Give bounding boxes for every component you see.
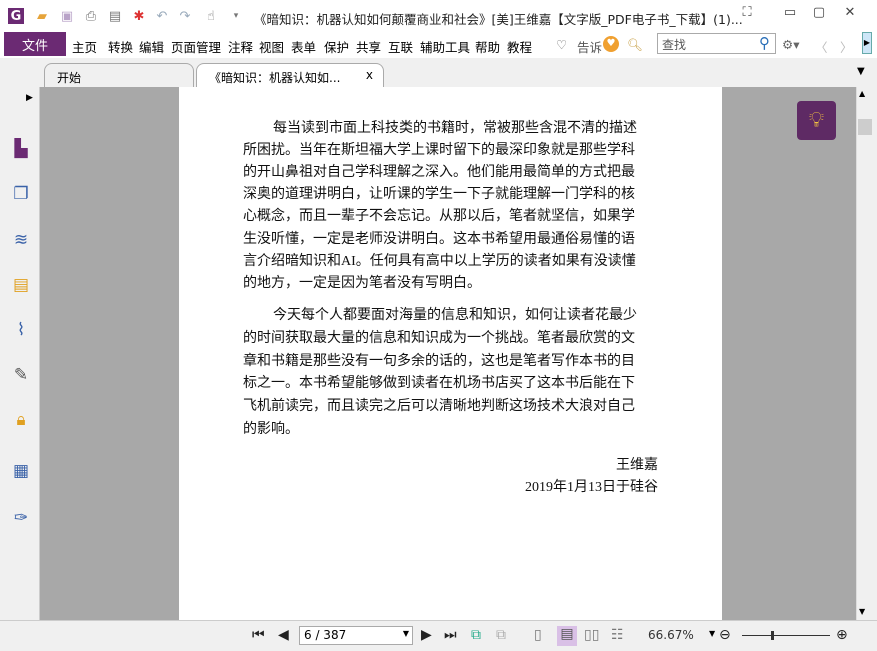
text-line: 章和书籍是那些没有一句多余的话的，这也是笔者写作本书的目 bbox=[243, 353, 635, 369]
page-thumbnail-icon[interactable]: ▙ bbox=[10, 139, 32, 161]
maximize-button[interactable]: ▢ bbox=[807, 5, 831, 25]
tell-me[interactable]: 告诉 bbox=[577, 37, 602, 56]
menu-edit[interactable]: 编辑 bbox=[139, 37, 164, 56]
tab-list-dropdown-icon[interactable]: ▼ bbox=[857, 66, 865, 77]
menu-comment[interactable]: 注释 bbox=[228, 37, 253, 56]
close-button[interactable]: ✕ bbox=[838, 5, 862, 25]
menu-convert[interactable]: 转换 bbox=[108, 37, 133, 56]
certificate-icon[interactable]: ✑ bbox=[10, 508, 32, 530]
text-line: 深奥的道理讲明白，让听课的学生一下子就能理解一门学科的核 bbox=[243, 187, 635, 203]
menu-help[interactable]: 帮助 bbox=[475, 37, 500, 56]
pdf-page: 每当读到市面上科技类的书籍时，常被那些含混不清的描述所困扰。当年在斯坦福大学上课… bbox=[179, 87, 722, 620]
next-view-icon[interactable]: ⧉ bbox=[496, 627, 506, 643]
open-icon[interactable]: ▰ bbox=[34, 8, 50, 24]
ribbon-scroll-right[interactable]: ▶ bbox=[862, 32, 872, 54]
restore-layout-button[interactable]: ⛶ bbox=[735, 5, 759, 25]
zoom-slider[interactable] bbox=[742, 635, 830, 636]
comments-icon[interactable]: ▤ bbox=[10, 275, 32, 297]
zoom-level[interactable]: 66.67% bbox=[648, 628, 694, 642]
text-line: 标之一。本书希望能够做到读者在机场书店买了这本书后能在下 bbox=[243, 376, 635, 392]
single-page-icon[interactable]: ▯ bbox=[534, 627, 542, 643]
heart-icon[interactable]: ♥ bbox=[603, 36, 619, 52]
tab-close-icon[interactable]: x bbox=[366, 68, 373, 82]
properties-icon[interactable]: ▤ bbox=[107, 8, 123, 24]
vertical-scrollbar[interactable]: ▲ ▼ bbox=[856, 87, 873, 620]
forward-icon[interactable]: 〉 bbox=[840, 37, 853, 56]
new-icon[interactable]: ✱ bbox=[131, 8, 147, 24]
folder-search-icon[interactable]: 🔍︎ bbox=[627, 37, 643, 53]
expand-sidebar-icon[interactable]: ▶ bbox=[26, 93, 33, 103]
pages-icon[interactable]: ❐ bbox=[10, 184, 32, 206]
attachment-icon[interactable]: ⌇ bbox=[10, 320, 32, 342]
previous-page-button[interactable]: ◀ bbox=[278, 627, 289, 643]
menu-share[interactable]: 共享 bbox=[356, 37, 381, 56]
navigation-sidebar: ▶ ▙ ❐ ≋ ▤ ⌇ ✎ 🔒︎ ▦ ✑ bbox=[0, 87, 40, 651]
app-logo-icon: G bbox=[8, 8, 24, 24]
text-line: 的开山鼻祖对自己学科理解之深入。他们能用最简单的方式把最 bbox=[243, 165, 635, 181]
customize-dropdown-icon[interactable]: ▾ bbox=[228, 8, 244, 24]
undo-icon[interactable]: ↶ bbox=[154, 8, 170, 24]
previous-view-icon[interactable]: ⧉ bbox=[471, 627, 481, 643]
menu-form[interactable]: 表单 bbox=[291, 37, 316, 56]
search-icon[interactable]: ⚲ bbox=[759, 34, 770, 52]
menu-page-manage[interactable]: 页面管理 bbox=[171, 37, 221, 56]
page-number-input[interactable]: 6 / 387 ▼ bbox=[299, 626, 413, 645]
scroll-up-icon[interactable]: ▲ bbox=[859, 89, 865, 98]
continuous-facing-icon[interactable]: ☷ bbox=[611, 627, 624, 643]
zoom-slider-thumb[interactable] bbox=[771, 631, 774, 640]
layers-icon[interactable]: ≋ bbox=[10, 230, 32, 252]
save-icon[interactable]: ▣ bbox=[59, 8, 75, 24]
text-line: 飞机前读完，而且读完之后可以清晰地判断这场技术大浪对自己 bbox=[243, 399, 635, 415]
facing-page-icon[interactable]: ▯▯ bbox=[584, 627, 599, 643]
tips-lightbulb-button[interactable]: 💡︎ bbox=[797, 101, 836, 140]
tab-start[interactable]: 开始 bbox=[44, 63, 194, 87]
text-line: 言介绍暗知识和AI。任何具有高中以上学历的读者如果有没读懂 bbox=[243, 253, 636, 269]
menu-home[interactable]: 主页 bbox=[72, 37, 97, 56]
scroll-thumb[interactable] bbox=[858, 119, 872, 135]
hand-tool-icon[interactable]: ☝ bbox=[203, 8, 219, 24]
minimize-button[interactable]: ▭ bbox=[778, 5, 802, 25]
tab-label: 《暗知识：机器认知如... bbox=[209, 71, 341, 85]
last-page-button[interactable]: ⏭ bbox=[444, 627, 457, 643]
signature-icon[interactable]: ✎ bbox=[10, 365, 32, 387]
scroll-down-icon[interactable]: ▼ bbox=[859, 607, 865, 616]
zoom-dropdown-icon[interactable]: ▼ bbox=[709, 629, 715, 638]
settings-icon[interactable]: ⚙▾ bbox=[782, 37, 799, 52]
tab-label: 开始 bbox=[57, 71, 82, 85]
menu-tutorial[interactable]: 教程 bbox=[507, 37, 532, 56]
signature-date: 2019年1月13日于硅谷 bbox=[525, 480, 658, 495]
print-icon[interactable]: ⎙ bbox=[83, 8, 99, 24]
zoom-in-icon[interactable]: ⊕ bbox=[836, 627, 848, 643]
text-line: 所困扰。当年在斯坦福大学上课时留下的最深印象就是那些学科 bbox=[243, 143, 635, 159]
continuous-page-icon[interactable]: ▤ bbox=[557, 626, 577, 646]
lightbulb-icon: ♡ bbox=[556, 37, 568, 52]
redo-icon[interactable]: ↷ bbox=[177, 8, 193, 24]
window-title: 《暗知识：机器认知如何颠覆商业和社会》[美]王维嘉【文字版_PDF电子书_下载】… bbox=[254, 12, 743, 27]
menu-protect[interactable]: 保护 bbox=[324, 37, 349, 56]
tab-document[interactable]: 《暗知识：机器认知如... x bbox=[196, 63, 384, 87]
first-page-button[interactable]: ⏮ bbox=[252, 627, 265, 643]
next-page-button[interactable]: ▶ bbox=[421, 627, 432, 643]
text-line: 的影响。 bbox=[243, 422, 299, 437]
author-name: 王维嘉 bbox=[616, 458, 658, 473]
text-line: 生没听懂，一定是老师没讲明白。这本书希望用最通俗易懂的语 bbox=[243, 231, 635, 247]
file-menu[interactable]: 文件 bbox=[4, 32, 66, 56]
zoom-out-icon[interactable]: ⊖ bbox=[719, 627, 731, 643]
page-number: 6 / 387 bbox=[304, 628, 347, 642]
text-line: 每当读到市面上科技类的书籍时，常被那些含混不清的描述 bbox=[273, 121, 637, 136]
text-line: 的地方，一定是因为笔者没有写明白。 bbox=[243, 275, 481, 291]
security-lock-icon[interactable]: 🔒︎ bbox=[10, 410, 32, 432]
title-bar: G ▰ ▣ ⎙ ▤ ✱ ↶ ↷ ☝ ▾ 《暗知识：机器认知如何颠覆商业和社会》[… bbox=[0, 0, 877, 32]
form-icon[interactable]: ▦ bbox=[10, 461, 32, 483]
text-line: 的时间获取最大量的信息和知识成为一个挑战。笔者最欣赏的文 bbox=[243, 330, 635, 346]
menu-view[interactable]: 视图 bbox=[259, 37, 284, 56]
back-icon[interactable]: 〈 bbox=[815, 37, 828, 56]
text-line: 心概念，而且一辈子不会忘记。从那以后，笔者就坚信，如果学 bbox=[243, 209, 635, 225]
text-line: 今天每个人都要面对海量的信息和知识，如何让读者花最少 bbox=[273, 308, 637, 323]
menu-accessibility[interactable]: 辅助工具 bbox=[420, 37, 470, 56]
menu-connect[interactable]: 互联 bbox=[388, 37, 413, 56]
